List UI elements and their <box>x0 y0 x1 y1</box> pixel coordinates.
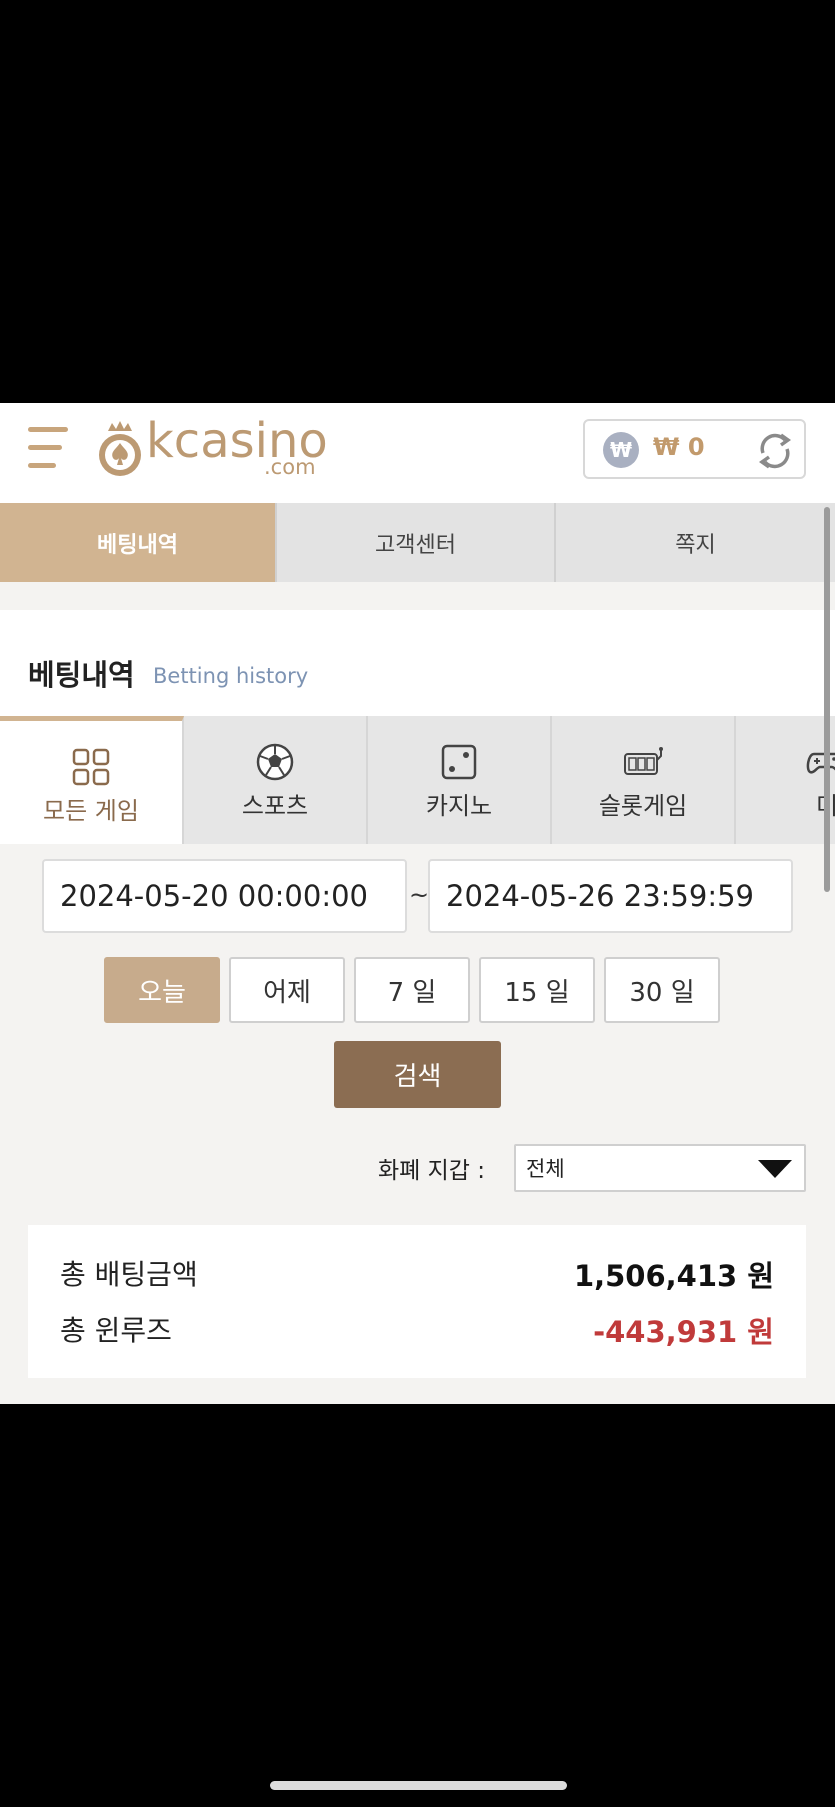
total-winloss-value: -443,931 원 <box>593 1315 774 1349</box>
currency-selected-value: 전체 <box>526 1157 565 1181</box>
category-tab-slots[interactable]: 슬롯게임 <box>552 716 736 844</box>
end-date-input[interactable]: 2024-05-26 23:59:59 <box>428 859 793 933</box>
category-tab-sports[interactable]: 스포츠 <box>184 716 368 844</box>
total-winloss-label: 총 윈루즈 <box>60 1314 172 1347</box>
refresh-icon[interactable] <box>755 431 795 471</box>
category-label: 카지노 <box>425 792 493 820</box>
page-subtitle: Betting history <box>153 664 309 688</box>
page-title: 베팅내역 <box>28 658 135 692</box>
spade-chip-icon <box>99 421 141 476</box>
currency-wallet-label: 화폐 지갑 : <box>378 1158 486 1184</box>
top-tabs: 베팅내역 고객센터 쪽지 <box>0 503 835 582</box>
range-15-days-button[interactable]: 15 일 <box>479 957 595 1023</box>
wallet-balance-box: ₩ ₩ 0 <box>583 419 806 479</box>
range-today-button[interactable]: 오늘 <box>104 957 220 1023</box>
caret-down-icon <box>758 1160 792 1178</box>
gamepad-icon <box>806 752 835 774</box>
won-coin-icon: ₩ <box>603 432 639 468</box>
total-bet-value: 1,506,413 원 <box>573 1259 774 1293</box>
dice-icon <box>441 744 477 780</box>
category-label: 모든 게임 <box>43 797 139 825</box>
range-30-days-button[interactable]: 30 일 <box>604 957 720 1023</box>
category-tab-all-games[interactable]: 모든 게임 <box>0 716 184 844</box>
soccer-ball-icon <box>256 743 294 781</box>
category-label: 스포츠 <box>241 792 309 820</box>
logo-domain: .com <box>264 455 316 479</box>
total-bet-label: 총 배팅금액 <box>60 1258 198 1291</box>
app-screen: kcasino .com ₩ ₩ 0 베팅내역 고객센터 쪽지 베팅내역 Bet… <box>0 403 835 1404</box>
date-separator: ~ <box>409 881 430 909</box>
search-button[interactable]: 검색 <box>334 1041 501 1108</box>
grid-icon <box>72 748 110 786</box>
scrollbar[interactable] <box>824 507 830 892</box>
category-tab-mini[interactable]: 미니 <box>736 716 835 844</box>
section-header: 베팅내역 Betting history <box>0 610 835 720</box>
game-category-tabs: 모든 게임 스포츠 카지노 슬롯게임 <box>0 716 835 844</box>
category-tab-casino[interactable]: 카지노 <box>368 716 552 844</box>
range-7-days-button[interactable]: 7 일 <box>354 957 470 1023</box>
range-yesterday-button[interactable]: 어제 <box>229 957 345 1023</box>
tab-customer-center[interactable]: 고객센터 <box>277 503 556 582</box>
betting-summary: 총 배팅금액 1,506,413 원 총 윈루즈 -443,931 원 <box>28 1225 806 1378</box>
balance-amount: ₩ 0 <box>653 433 705 461</box>
header: kcasino .com ₩ ₩ 0 <box>0 403 835 503</box>
start-date-input[interactable]: 2024-05-20 00:00:00 <box>42 859 407 933</box>
quick-range-buttons: 오늘 어제 7 일 15 일 30 일 <box>104 957 720 1023</box>
tab-messages[interactable]: 쪽지 <box>556 503 835 582</box>
home-indicator[interactable] <box>270 1781 567 1790</box>
category-label: 슬롯게임 <box>598 792 688 820</box>
slot-machine-icon <box>624 747 663 775</box>
currency-wallet-select[interactable]: 전체 <box>514 1144 806 1192</box>
hamburger-menu-icon[interactable] <box>28 425 72 471</box>
tab-betting-history[interactable]: 베팅내역 <box>0 503 277 582</box>
logo[interactable]: kcasino .com <box>94 413 328 483</box>
